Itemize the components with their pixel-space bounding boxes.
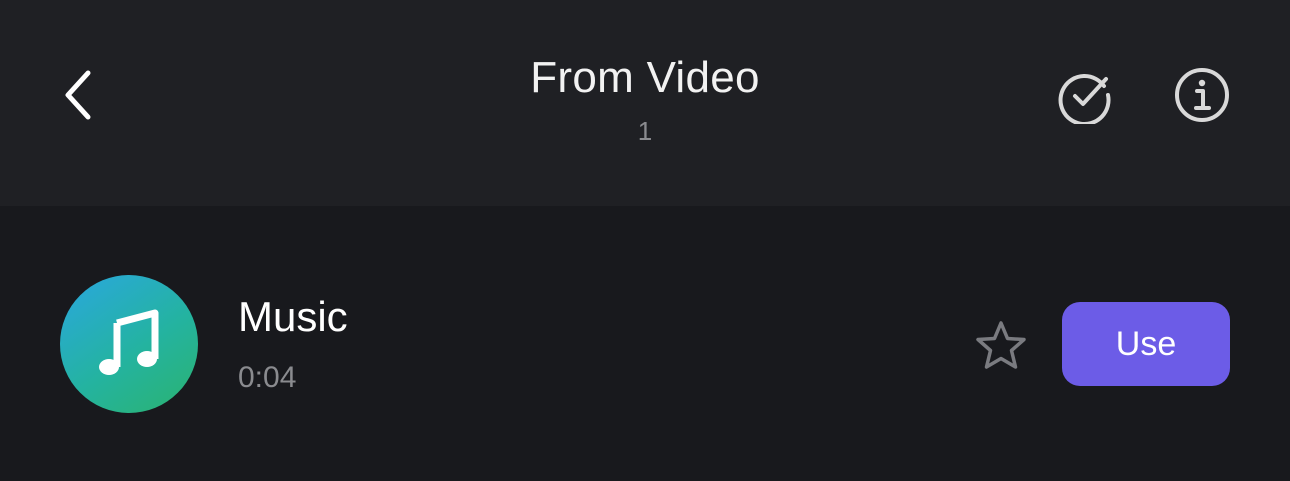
track-duration: 0:04 [238, 361, 297, 394]
top-bar: From Video 1 [0, 0, 1290, 206]
page-title: From Video [530, 53, 760, 102]
select-button[interactable] [1056, 66, 1114, 124]
back-button[interactable] [48, 62, 108, 128]
use-button[interactable]: Use [1062, 302, 1230, 386]
info-icon [1175, 68, 1229, 122]
star-outline-icon [976, 321, 1026, 369]
music-note-icon [99, 309, 159, 375]
favorite-button[interactable] [970, 316, 1032, 376]
circle-check-icon [1058, 74, 1111, 124]
title-block: From Video 1 [345, 52, 945, 146]
chevron-left-icon [65, 70, 91, 120]
track-title: Music [238, 293, 348, 340]
list-item[interactable]: Music 0:04 Use [0, 206, 1290, 481]
info-button[interactable] [1173, 66, 1231, 124]
item-count: 1 [637, 116, 653, 146]
music-thumbnail [60, 275, 198, 413]
